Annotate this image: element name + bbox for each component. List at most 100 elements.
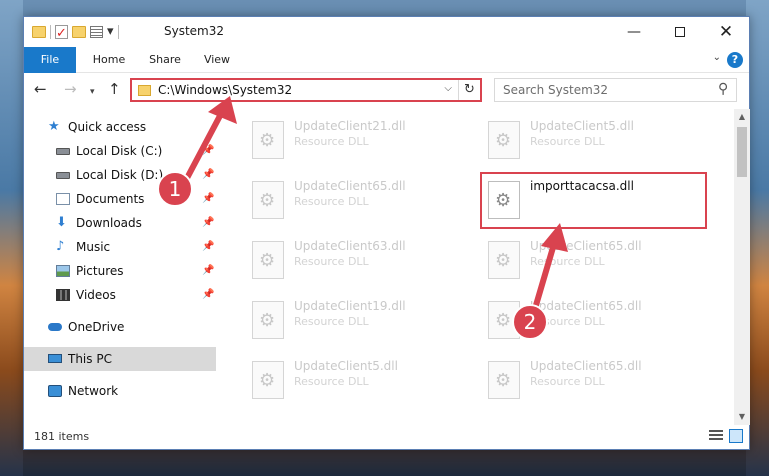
sidebar-item-network[interactable]: Network	[24, 379, 216, 403]
up-arrow-icon[interactable]: ↑	[108, 80, 121, 98]
sidebar-item-this-pc[interactable]: This PC	[24, 347, 216, 371]
videos-icon	[56, 289, 70, 301]
scroll-up-arrow-icon[interactable]: ▲	[734, 109, 750, 125]
tab-file[interactable]: File	[24, 47, 76, 73]
properties-icon[interactable]	[90, 26, 103, 38]
help-icon[interactable]: ?	[727, 52, 743, 68]
recent-locations-chevron-icon[interactable]: ▾	[90, 83, 95, 101]
new-folder-icon[interactable]	[72, 26, 86, 38]
dll-file-icon: ⚙	[488, 301, 520, 339]
tab-share[interactable]: Share	[142, 47, 188, 73]
address-history-chevron-icon[interactable]: ⌵	[444, 83, 452, 94]
scroll-down-arrow-icon[interactable]: ▼	[734, 409, 750, 425]
refresh-icon[interactable]: ↻	[458, 80, 480, 100]
search-box[interactable]: Search System32 ⚲	[494, 78, 737, 102]
sidebar-item-local-disk-c[interactable]: Local Disk (C:) 📌	[24, 139, 216, 163]
gear-icon: ⚙	[495, 250, 512, 271]
close-button[interactable]: ✕	[703, 17, 749, 47]
pin-icon[interactable]: 📌	[202, 259, 214, 283]
highlight-box-file	[480, 172, 707, 229]
maximize-icon	[675, 27, 685, 37]
gear-icon: ⚙	[495, 310, 512, 331]
customize-toolbar-chevron-icon[interactable]: ▾	[107, 24, 114, 40]
file-list: ⚙ UpdateClient21.dll Resource DLL ⚙ Upda…	[216, 109, 734, 425]
sidebar-item-documents[interactable]: Documents 📌	[24, 187, 216, 211]
sidebar-item-quick-access[interactable]: ★ Quick access	[24, 115, 216, 139]
address-bar[interactable]: C:\Windows\System32 ⌵ ↻	[130, 78, 482, 102]
maximize-button[interactable]	[657, 17, 703, 47]
sidebar-item-label: This PC	[68, 352, 112, 366]
sidebar-item-label: Network	[68, 384, 119, 398]
gear-icon: ⚙	[259, 250, 276, 271]
sidebar-item-label: Videos	[76, 288, 116, 302]
pin-icon[interactable]: 📌	[202, 139, 214, 163]
ribbon: File Home Share View ⌄ ?	[24, 47, 749, 73]
file-item[interactable]: ⚙ UpdateClient65.dll Resource DLL	[480, 297, 710, 347]
sidebar-item-label: Local Disk (C:)	[76, 144, 163, 158]
pin-icon[interactable]: 📌	[202, 283, 214, 307]
file-item[interactable]: ⚙ UpdateClient65.dll Resource DLL	[480, 357, 710, 407]
properties-check-icon[interactable]: ✓	[55, 25, 68, 41]
dll-file-icon: ⚙	[488, 361, 520, 399]
sidebar-item-downloads[interactable]: ⬇ Downloads 📌	[24, 211, 216, 235]
folder-icon[interactable]	[32, 26, 46, 38]
item-count: 181 items	[34, 430, 90, 443]
address-path[interactable]: C:\Windows\System32	[158, 83, 292, 97]
file-item[interactable]: ⚙ UpdateClient63.dll Resource DLL	[244, 237, 474, 287]
forward-arrow-icon[interactable]: →	[64, 80, 77, 98]
search-input[interactable]: Search System32	[503, 83, 608, 97]
file-name: UpdateClient5.dll	[294, 359, 398, 373]
file-name: UpdateClient65.dll	[530, 359, 642, 373]
file-type: Resource DLL	[294, 195, 369, 208]
folder-icon	[138, 85, 151, 96]
sidebar-item-local-disk-d[interactable]: Local Disk (D:) 📌	[24, 163, 216, 187]
status-bar: 181 items	[24, 425, 749, 449]
download-icon: ⬇	[56, 215, 67, 230]
sidebar-item-videos[interactable]: Videos 📌	[24, 283, 216, 307]
large-icons-view-icon[interactable]	[729, 429, 743, 443]
tab-view[interactable]: View	[196, 47, 238, 73]
dll-file-icon: ⚙	[252, 181, 284, 219]
gear-icon: ⚙	[495, 130, 512, 151]
drive-icon	[56, 148, 70, 155]
window-title: System32	[164, 24, 225, 38]
sidebar-item-music[interactable]: ♪ Music 📌	[24, 235, 216, 259]
pin-icon[interactable]: 📌	[202, 163, 214, 187]
scroll-thumb[interactable]	[737, 127, 747, 177]
navigation-pane: ★ Quick access Local Disk (C:) 📌 Local D…	[24, 109, 216, 425]
file-item[interactable]: ⚙ UpdateClient5.dll Resource DLL	[244, 357, 474, 407]
minimize-button[interactable]: —	[611, 17, 657, 47]
sidebar-item-label: Music	[76, 240, 111, 254]
file-item[interactable]: ⚙ UpdateClient5.dll Resource DLL	[480, 117, 710, 167]
toolbar-divider	[117, 25, 119, 39]
file-item[interactable]: ⚙ UpdateClient65.dll Resource DLL	[244, 177, 474, 227]
search-icon[interactable]: ⚲	[718, 81, 728, 97]
dll-file-icon: ⚙	[252, 301, 284, 339]
file-item[interactable]: ⚙ UpdateClient19.dll Resource DLL	[244, 297, 474, 347]
file-type: Resource DLL	[294, 255, 369, 268]
gear-icon: ⚙	[259, 310, 276, 331]
file-type: Resource DLL	[294, 375, 369, 388]
sidebar-item-label: Documents	[76, 192, 145, 206]
file-name: UpdateClient65.dll	[294, 179, 406, 193]
back-arrow-icon[interactable]: ←	[34, 80, 47, 98]
sidebar-item-pictures[interactable]: Pictures 📌	[24, 259, 216, 283]
pin-icon[interactable]: 📌	[202, 211, 214, 235]
tab-home[interactable]: Home	[84, 47, 134, 73]
pin-icon[interactable]: 📌	[202, 187, 214, 211]
pin-icon[interactable]: 📌	[202, 235, 214, 259]
sidebar-item-onedrive[interactable]: OneDrive	[24, 315, 216, 339]
computer-icon	[48, 354, 62, 363]
file-type: Resource DLL	[294, 315, 369, 328]
gear-icon: ⚙	[259, 190, 276, 211]
toolbar-divider	[50, 25, 51, 39]
vertical-scrollbar[interactable]: ▲ ▼	[734, 109, 750, 425]
file-type: Resource DLL	[530, 375, 605, 388]
details-view-icon[interactable]	[709, 430, 723, 442]
expand-ribbon-chevron-icon[interactable]: ⌄	[713, 52, 721, 63]
file-name: UpdateClient19.dll	[294, 299, 406, 313]
file-item[interactable]: ⚙ UpdateClient21.dll Resource DLL	[244, 117, 474, 167]
sidebar-item-label: Quick access	[68, 120, 147, 134]
file-item[interactable]: ⚙ UpdateClient65.dll Resource DLL	[480, 237, 710, 287]
sidebar-item-label: Local Disk (D:)	[76, 168, 164, 182]
